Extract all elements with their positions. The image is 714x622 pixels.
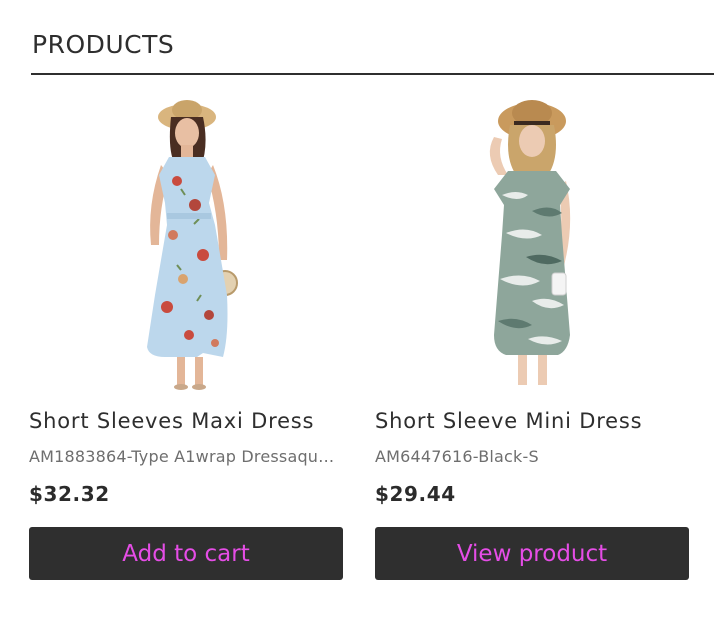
product-card: Short Sleeves Maxi Dress AM1883864-Type … bbox=[29, 95, 343, 580]
section-title: PRODUCTS bbox=[32, 30, 175, 59]
products-section: PRODUCTS Short Sleeves Maxi Dress AM1883… bbox=[0, 0, 714, 622]
product-name[interactable]: Short Sleeves Maxi Dress bbox=[29, 409, 343, 433]
section-divider bbox=[31, 73, 714, 75]
product-card: Short Sleeve Mini Dress AM6447616-Black-… bbox=[375, 95, 689, 580]
product-image-link[interactable] bbox=[375, 95, 689, 393]
product-sku: AM1883864-Type A1wrap Dressaqu… bbox=[29, 447, 335, 466]
product-image bbox=[147, 100, 238, 390]
product-name[interactable]: Short Sleeve Mini Dress bbox=[375, 409, 689, 433]
product-sku: AM6447616-Black-S bbox=[375, 447, 539, 466]
add-to-cart-button[interactable]: Add to cart bbox=[29, 527, 343, 580]
product-price: $29.44 bbox=[375, 482, 456, 506]
product-image bbox=[489, 100, 571, 385]
product-image-link[interactable] bbox=[29, 95, 343, 393]
view-product-button[interactable]: View product bbox=[375, 527, 689, 580]
product-price: $32.32 bbox=[29, 482, 110, 506]
